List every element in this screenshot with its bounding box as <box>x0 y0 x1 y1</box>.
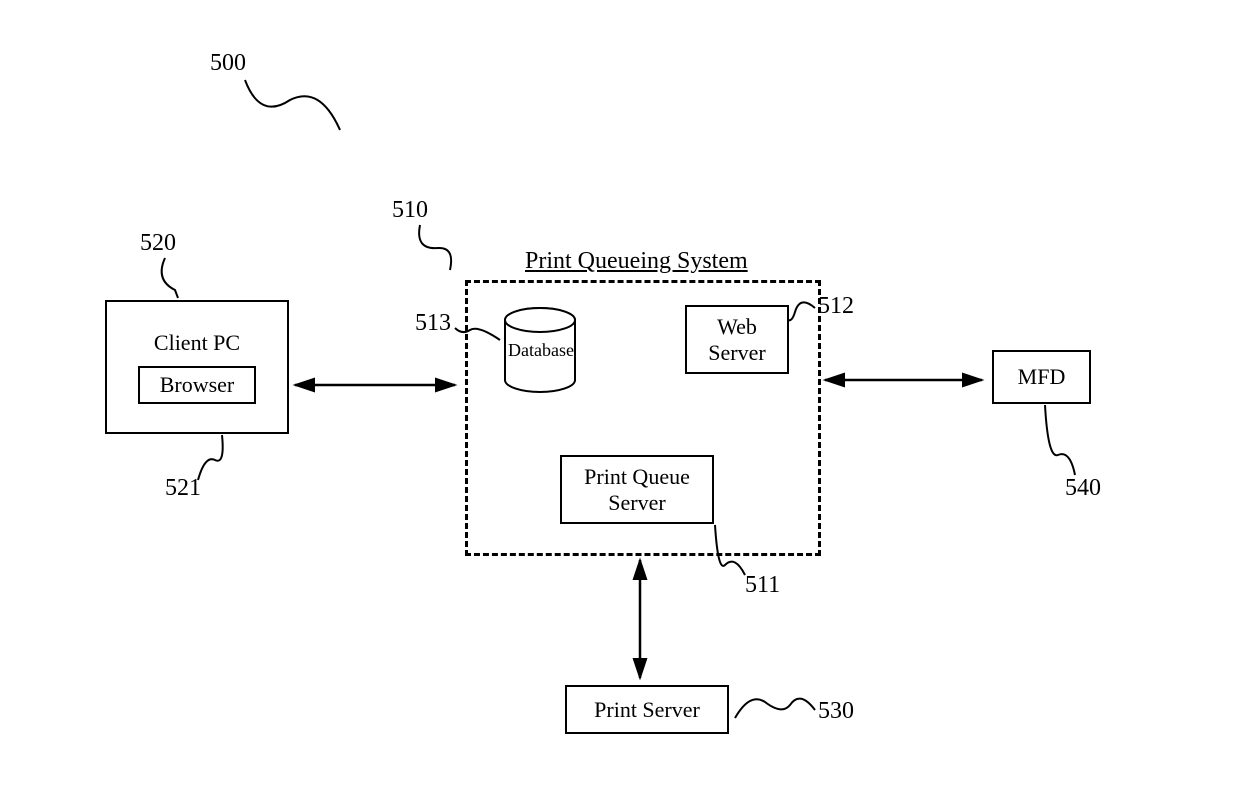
print-queue-server-label: Print Queue Server <box>584 464 690 516</box>
lead-530 <box>735 699 815 718</box>
lead-521 <box>198 435 223 480</box>
ref-540: 540 <box>1065 475 1101 502</box>
client-pc-box: Client PC Browser <box>105 300 289 434</box>
lead-540 <box>1045 405 1075 475</box>
lead-520 <box>162 258 178 298</box>
ref-521: 521 <box>165 475 201 502</box>
browser-label: Browser <box>160 372 235 397</box>
lead-500 <box>245 80 340 130</box>
ref-520: 520 <box>140 230 176 257</box>
database-label: Database <box>508 340 574 361</box>
browser-box: Browser <box>138 366 257 404</box>
web-server-box: Web Server <box>685 305 789 374</box>
ref-511: 511 <box>745 572 780 599</box>
mfd-label: MFD <box>1018 364 1066 390</box>
mfd-box: MFD <box>992 350 1091 404</box>
ref-530: 530 <box>818 698 854 725</box>
web-server-label: Web Server <box>708 314 765 366</box>
ref-512: 512 <box>818 293 854 320</box>
ref-510: 510 <box>392 197 428 224</box>
client-pc-label: Client PC <box>154 330 240 356</box>
queue-system-title: Print Queueing System <box>520 248 753 275</box>
print-server-label: Print Server <box>594 697 700 723</box>
ref-513: 513 <box>415 310 451 337</box>
lead-510 <box>419 225 451 270</box>
print-server-box: Print Server <box>565 685 729 734</box>
print-queue-server-box: Print Queue Server <box>560 455 714 524</box>
ref-500: 500 <box>210 50 246 77</box>
